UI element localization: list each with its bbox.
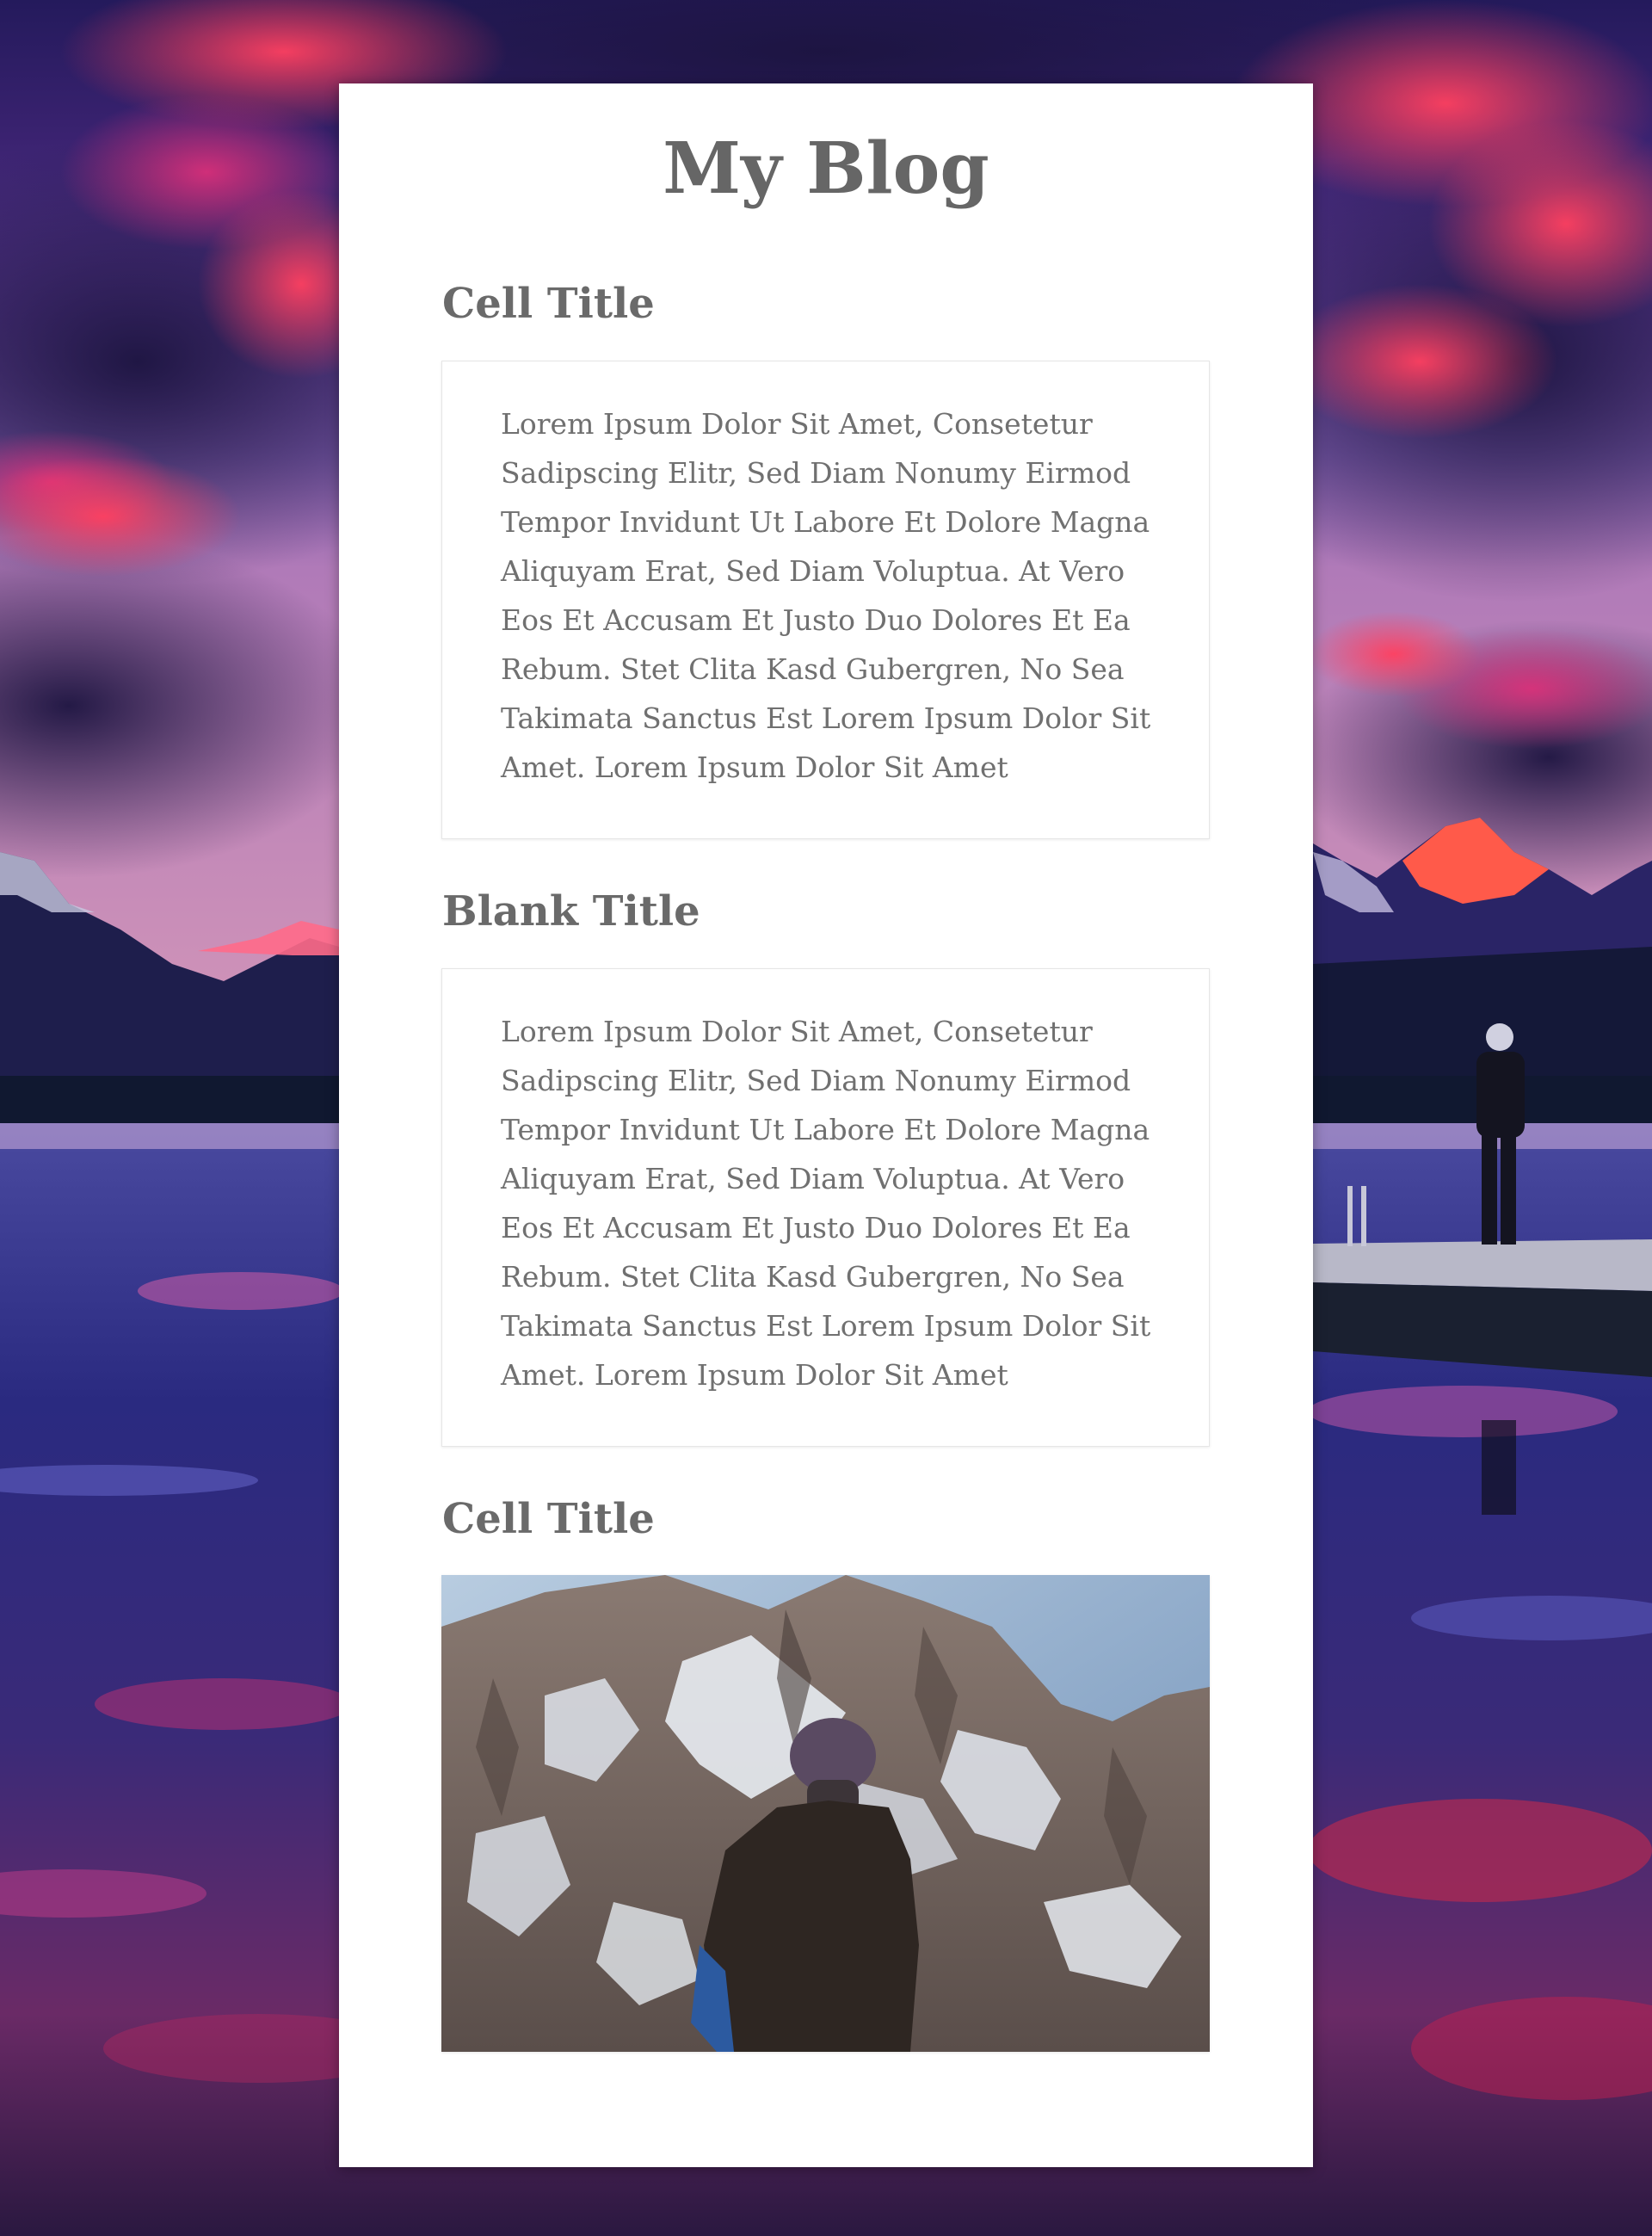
text-cell-2: Lorem Ipsum Dolor Sit Amet, Consetetur S… xyxy=(441,968,1210,1447)
mountain-hiker-image xyxy=(441,1575,1210,2052)
text-cell-body-2: Lorem Ipsum Dolor Sit Amet, Consetetur S… xyxy=(501,1015,1151,1392)
section-title-2: Blank Title xyxy=(442,887,700,936)
text-cell-1: Lorem Ipsum Dolor Sit Amet, Consetetur S… xyxy=(441,361,1210,839)
section-title-3: Cell Title xyxy=(442,1495,655,1543)
blog-card: My Blog Cell Title Lorem Ipsum Dolor Sit… xyxy=(339,83,1313,2167)
blog-title: My Blog xyxy=(663,127,989,210)
text-cell-body-1: Lorem Ipsum Dolor Sit Amet, Consetetur S… xyxy=(501,407,1151,784)
section-title-1: Cell Title xyxy=(442,280,655,328)
